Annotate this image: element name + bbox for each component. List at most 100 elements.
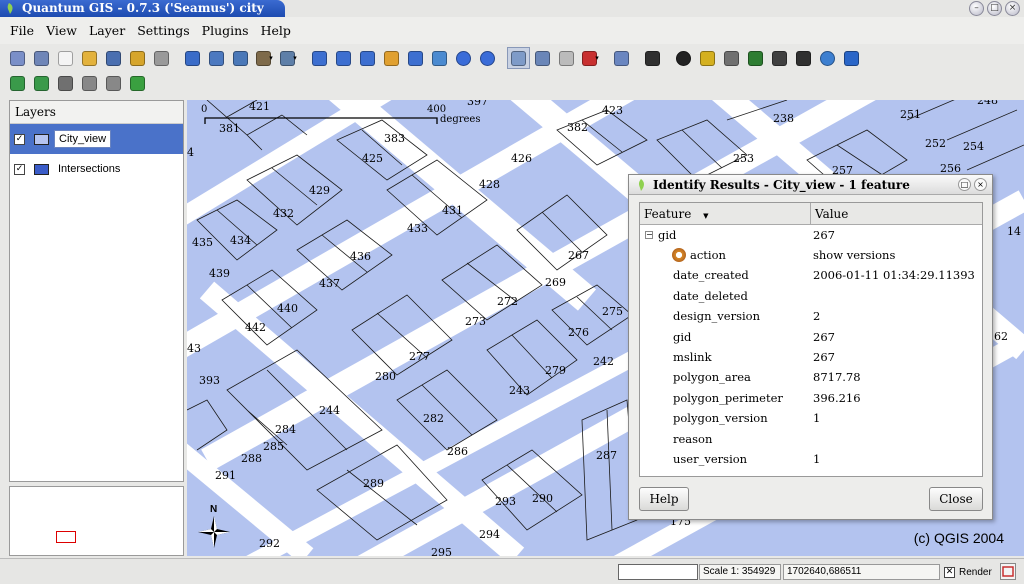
zoom-in-icon <box>312 50 327 66</box>
add-vector-button[interactable] <box>205 47 228 69</box>
capture-point-button[interactable]: ▾ <box>253 47 276 69</box>
gps-button[interactable] <box>720 47 743 69</box>
add-layer-icon <box>10 50 25 66</box>
grass-edit-button[interactable] <box>102 72 125 94</box>
help-button[interactable]: Help <box>639 487 689 511</box>
grass-region-button[interactable] <box>126 72 149 94</box>
sort-arrow-icon: ▼ <box>703 212 709 220</box>
column-value-header[interactable]: Value <box>811 203 848 224</box>
attribute-value: 8717.78 <box>813 370 861 385</box>
minimize-button[interactable]: – <box>969 1 984 16</box>
attribute-row[interactable]: polygon_area 8717.78 <box>640 367 982 387</box>
attribute-row[interactable]: gid 267 <box>640 327 982 347</box>
dropdown-arrow-icon[interactable]: ▾ <box>293 54 297 62</box>
grid-maker-button[interactable] <box>744 47 767 69</box>
menu-layer[interactable]: Layer <box>83 23 131 38</box>
attribute-field: action <box>690 248 726 262</box>
dropdown-arrow-icon[interactable]: ▾ <box>595 54 599 62</box>
overview-map[interactable] <box>9 486 184 556</box>
menu-settings[interactable]: Settings <box>131 23 195 38</box>
menu-file[interactable]: File <box>4 23 40 38</box>
layer-item-city-view[interactable]: ✓ City_view <box>10 124 183 154</box>
collapse-icon[interactable]: − <box>645 231 653 239</box>
layer-item-intersections[interactable]: ✓ Intersections <box>10 154 183 184</box>
delimited-text-button[interactable] <box>840 47 863 69</box>
zoom-out-button[interactable] <box>332 47 355 69</box>
dropdown-arrow-icon[interactable]: ▾ <box>269 54 273 62</box>
parcel-label: 423 <box>602 104 623 117</box>
menu-view[interactable]: View <box>40 23 83 38</box>
refresh-button[interactable] <box>476 47 499 69</box>
attribute-row[interactable]: date_created 2006-01-11 01:34:29.11393 <box>640 265 982 285</box>
add-raster-button[interactable] <box>30 47 53 69</box>
copyright-button[interactable] <box>672 47 695 69</box>
capture-line-button[interactable]: ▾ <box>277 47 300 69</box>
layer-visibility-checkbox[interactable]: ✓ <box>14 163 25 175</box>
grass-edit-icon <box>106 75 121 91</box>
grass-tools-button[interactable] <box>54 72 77 94</box>
dialog-title-bar[interactable]: Identify Results - City_view - 1 feature… <box>629 175 992 195</box>
zoom-selection-button[interactable] <box>380 47 403 69</box>
database-button[interactable] <box>181 47 204 69</box>
attribute-value: 2006-01-11 01:34:29.11393 <box>813 268 975 283</box>
print-button[interactable] <box>150 47 173 69</box>
parcel-label: 287 <box>596 449 617 462</box>
attribute-row[interactable]: mslink 267 <box>640 347 982 367</box>
attribute-table-button[interactable] <box>610 47 633 69</box>
window-title-tab: Quantum GIS - 0.7.3 ('Seamus') city <box>0 0 285 17</box>
attribute-value: 396.216 <box>813 390 861 405</box>
add-layer-button[interactable] <box>6 47 29 69</box>
pan-button[interactable] <box>428 47 451 69</box>
render-toggle[interactable]: ✕ Render <box>944 563 992 581</box>
north-arrow-button[interactable] <box>792 47 815 69</box>
measure-button[interactable] <box>555 47 578 69</box>
parcel-label: 434 <box>230 234 251 247</box>
parcel-label: 272 <box>497 295 518 308</box>
whats-this-button[interactable] <box>641 47 664 69</box>
stop-render-icon[interactable] <box>1000 563 1016 580</box>
attribute-row[interactable]: reason <box>640 429 982 449</box>
open-project-button[interactable] <box>78 47 101 69</box>
parcel-label: 284 <box>275 423 296 436</box>
close-window-button[interactable]: × <box>1005 1 1020 16</box>
grass-open-mapset-button[interactable] <box>6 72 29 94</box>
tree-root-row[interactable]: − gid 267 <box>640 225 982 245</box>
close-button[interactable]: Close <box>929 487 983 511</box>
grass-vector-button[interactable] <box>78 72 101 94</box>
zoom-layer-button[interactable] <box>404 47 427 69</box>
layer-visibility-checkbox[interactable]: ✓ <box>14 133 25 145</box>
render-checkbox[interactable]: ✕ <box>944 566 955 578</box>
attribute-row[interactable]: date_deleted <box>640 286 982 306</box>
dialog-close-icon[interactable]: × <box>974 178 987 191</box>
attribute-row[interactable]: action show versions <box>640 245 982 265</box>
attribute-row[interactable]: polygon_perimeter 396.216 <box>640 388 982 408</box>
new-project-button[interactable] <box>54 47 77 69</box>
menu-plugins[interactable]: Plugins <box>196 23 255 38</box>
scalebar-button[interactable] <box>768 47 791 69</box>
attribute-row[interactable]: polygon_version 1 <box>640 408 982 428</box>
menu-help[interactable]: Help <box>255 23 297 38</box>
results-tree[interactable]: Feature ▼ Value − gid 267 action show ver… <box>639 202 983 477</box>
dialog-maximize-button[interactable]: □ <box>958 178 971 191</box>
attribute-value: 1 <box>813 451 821 466</box>
identify-button[interactable] <box>507 47 530 69</box>
zoom-last-button[interactable] <box>452 47 475 69</box>
maximize-button[interactable]: □ <box>987 1 1002 16</box>
attribute-row[interactable]: user_version 1 <box>640 449 982 469</box>
attribute-row[interactable]: design_version 2 <box>640 306 982 326</box>
select-button[interactable] <box>531 47 554 69</box>
save-project-button[interactable] <box>102 47 125 69</box>
zoom-full-button[interactable] <box>356 47 379 69</box>
action-gear-icon[interactable] <box>672 248 686 262</box>
gps-tools-button[interactable] <box>816 47 839 69</box>
column-feature-header[interactable]: Feature ▼ <box>640 203 811 224</box>
add-postgis-button[interactable] <box>229 47 252 69</box>
overview-extent-rect[interactable] <box>56 531 76 543</box>
zoom-in-button[interactable] <box>308 47 331 69</box>
parcel-label: 426 <box>511 152 532 165</box>
georeferencer-button[interactable] <box>696 47 719 69</box>
save-as-button[interactable] <box>126 47 149 69</box>
parcel-label: 285 <box>263 440 284 453</box>
grass-new-mapset-button[interactable] <box>30 72 53 94</box>
annotation-button[interactable]: ▾ <box>579 47 602 69</box>
